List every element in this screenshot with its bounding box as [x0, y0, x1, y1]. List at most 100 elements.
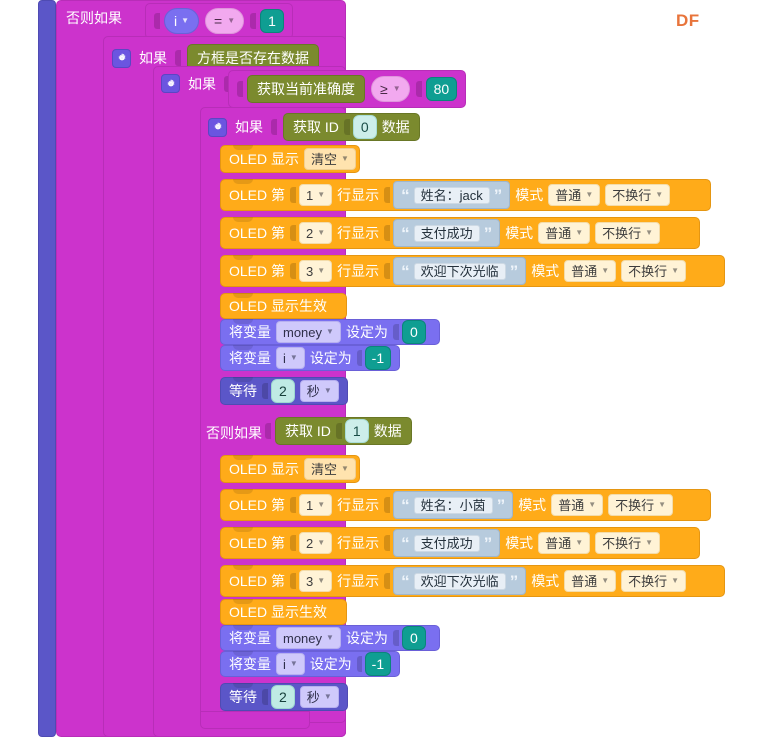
chevron-down-icon[interactable]: ▼	[601, 577, 609, 585]
wait-seconds-input[interactable]: 2	[271, 685, 295, 709]
chevron-down-icon[interactable]: ▼	[645, 539, 653, 547]
variable-dropdown[interactable]: money ▼	[276, 321, 341, 343]
sensor-current-accuracy[interactable]: 获取当前准确度	[247, 75, 365, 103]
operator-greater-equal[interactable]: ≥ ▼	[371, 76, 410, 102]
chevron-down-icon[interactable]: ▼	[326, 328, 334, 336]
chevron-down-icon[interactable]: ▼	[324, 693, 332, 701]
set-variable-money-block[interactable]: 将变量 money ▼ 设定为 0	[220, 319, 440, 345]
chevron-down-icon[interactable]: ▼	[588, 501, 596, 509]
oled-line-number[interactable]: 2 ▼	[299, 222, 333, 244]
oled-line-number[interactable]: 1 ▼	[299, 184, 333, 206]
operator-equals[interactable]: = ▼	[205, 8, 245, 34]
chevron-down-icon[interactable]: ▼	[671, 267, 679, 275]
string-value[interactable]: 欢迎下次光临	[413, 262, 506, 280]
else-if-id-1-condition[interactable]: 获取 ID 1 数据	[265, 417, 412, 445]
chevron-down-icon[interactable]: ▼	[181, 17, 189, 25]
number-input-80[interactable]: 80	[425, 77, 458, 101]
oled-line-row[interactable]: OLED 第 3 ▼ 行显示 “ 欢迎下次光临 ” 模式 普通 ▼ 不换行 ▼	[220, 565, 725, 597]
wait-seconds-input[interactable]: 2	[271, 379, 295, 403]
oled-clear-block[interactable]: OLED 显示 清空 ▼	[220, 145, 360, 173]
wait-unit-dropdown[interactable]: 秒 ▼	[299, 380, 339, 402]
chevron-down-icon[interactable]: ▼	[324, 387, 332, 395]
chevron-down-icon[interactable]: ▼	[317, 267, 325, 275]
chevron-down-icon[interactable]: ▼	[290, 354, 298, 362]
gear-icon[interactable]	[208, 117, 227, 137]
chevron-down-icon[interactable]: ▼	[575, 229, 583, 237]
oled-line-row[interactable]: OLED 第 2 ▼ 行显示 “ 支付成功 ” 模式 普通 ▼ 不换行 ▼	[220, 217, 700, 249]
set-variable-i-block[interactable]: 将变量 i ▼ 设定为 -1	[220, 345, 400, 371]
number-input[interactable]: 0	[401, 626, 426, 650]
id-number-input[interactable]: 1	[344, 419, 369, 443]
string-value[interactable]: 支付成功	[413, 224, 480, 242]
chevron-down-icon[interactable]: ▼	[655, 191, 663, 199]
oled-wrap-dropdown[interactable]: 不换行 ▼	[595, 222, 661, 244]
variable-reporter-i[interactable]: i ▼	[164, 8, 200, 34]
string-literal[interactable]: “ 支付成功 ”	[393, 529, 501, 557]
oled-line-row[interactable]: OLED 第 3 ▼ 行显示 “ 欢迎下次光临 ” 模式 普通 ▼ 不换行 ▼	[220, 255, 725, 287]
oled-mode-dropdown[interactable]: 普通 ▼	[538, 532, 591, 554]
if-accuracy-header[interactable]: 如果	[161, 74, 230, 93]
chevron-down-icon[interactable]: ▼	[601, 267, 609, 275]
variable-dropdown[interactable]: i ▼	[276, 653, 305, 675]
chevron-down-icon[interactable]: ▼	[341, 465, 349, 473]
number-input[interactable]: -1	[364, 652, 391, 676]
string-value[interactable]: 姓名：小茵	[413, 496, 493, 514]
set-variable-i-block[interactable]: 将变量 i ▼ 设定为 -1	[220, 651, 400, 677]
chevron-down-icon[interactable]: ▼	[658, 501, 666, 509]
oled-line-number[interactable]: 1 ▼	[299, 494, 333, 516]
chevron-down-icon[interactable]: ▼	[227, 17, 235, 25]
string-literal[interactable]: “ 姓名：jack ”	[393, 181, 511, 209]
string-literal[interactable]: “ 支付成功 ”	[393, 219, 501, 247]
if-id-0-header[interactable]: 如果 获取 ID 0 数据	[208, 113, 420, 141]
string-value[interactable]: 姓名：jack	[413, 186, 490, 204]
sensor-get-id-0-data[interactable]: 获取 ID 0 数据	[283, 113, 420, 141]
oled-mode-dropdown[interactable]: 普通 ▼	[551, 494, 604, 516]
oled-wrap-dropdown[interactable]: 不换行 ▼	[608, 494, 674, 516]
chevron-down-icon[interactable]: ▼	[326, 634, 334, 642]
outer-else-if-spine[interactable]	[38, 0, 56, 737]
oled-clear-block[interactable]: OLED 显示 清空 ▼	[220, 455, 360, 483]
oled-wrap-dropdown[interactable]: 不换行 ▼	[621, 260, 687, 282]
oled-mode-dropdown[interactable]: 普通 ▼	[564, 260, 617, 282]
oled-refresh-block[interactable]: OLED 显示生效	[220, 599, 347, 625]
oled-mode-dropdown[interactable]: 普通 ▼	[538, 222, 591, 244]
oled-refresh-block[interactable]: OLED 显示生效	[220, 293, 347, 319]
gear-icon[interactable]	[161, 74, 180, 93]
number-input-1[interactable]: 1	[260, 9, 284, 33]
string-value[interactable]: 支付成功	[413, 534, 480, 552]
oled-clear-dropdown[interactable]: 清空 ▼	[304, 458, 356, 480]
oled-wrap-dropdown[interactable]: 不换行 ▼	[621, 570, 687, 592]
number-input[interactable]: 0	[401, 320, 426, 344]
wait-unit-dropdown[interactable]: 秒 ▼	[299, 686, 339, 708]
string-literal[interactable]: “ 欢迎下次光临 ”	[393, 567, 527, 595]
string-literal[interactable]: “ 欢迎下次光临 ”	[393, 257, 527, 285]
oled-line-row[interactable]: OLED 第 2 ▼ 行显示 “ 支付成功 ” 模式 普通 ▼ 不换行 ▼	[220, 527, 700, 559]
blockly-workspace[interactable]: DF 否则如果 i ▼ = ▼ 1 如果 方框是否存在数据 如果 获取当前准确度…	[0, 0, 779, 737]
chevron-down-icon[interactable]: ▼	[393, 85, 401, 93]
chevron-down-icon[interactable]: ▼	[585, 191, 593, 199]
oled-mode-dropdown[interactable]: 普通 ▼	[564, 570, 617, 592]
string-literal[interactable]: “ 姓名：小茵 ”	[393, 491, 514, 519]
wait-block[interactable]: 等待 2 秒 ▼	[220, 683, 348, 711]
chevron-down-icon[interactable]: ▼	[317, 191, 325, 199]
chevron-down-icon[interactable]: ▼	[575, 539, 583, 547]
oled-wrap-dropdown[interactable]: 不换行 ▼	[595, 532, 661, 554]
id-number-input[interactable]: 0	[352, 115, 377, 139]
oled-wrap-dropdown[interactable]: 不换行 ▼	[605, 184, 671, 206]
oled-line-number[interactable]: 3 ▼	[299, 570, 333, 592]
number-input[interactable]: -1	[364, 346, 391, 370]
chevron-down-icon[interactable]: ▼	[317, 539, 325, 547]
chevron-down-icon[interactable]: ▼	[317, 229, 325, 237]
oled-line-number[interactable]: 3 ▼	[299, 260, 333, 282]
condition-accuracy-ge-80[interactable]: 获取当前准确度 ≥ ▼ 80	[228, 70, 467, 108]
chevron-down-icon[interactable]: ▼	[341, 155, 349, 163]
wait-block[interactable]: 等待 2 秒 ▼	[220, 377, 348, 405]
chevron-down-icon[interactable]: ▼	[317, 501, 325, 509]
variable-dropdown[interactable]: money ▼	[276, 627, 341, 649]
oled-clear-dropdown[interactable]: 清空 ▼	[304, 148, 356, 170]
oled-line-row[interactable]: OLED 第 1 ▼ 行显示 “ 姓名：jack ” 模式 普通 ▼ 不换行 ▼	[220, 179, 711, 211]
chevron-down-icon[interactable]: ▼	[317, 577, 325, 585]
chevron-down-icon[interactable]: ▼	[671, 577, 679, 585]
oled-line-row[interactable]: OLED 第 1 ▼ 行显示 “ 姓名：小茵 ” 模式 普通 ▼ 不换行 ▼	[220, 489, 711, 521]
oled-mode-dropdown[interactable]: 普通 ▼	[548, 184, 601, 206]
